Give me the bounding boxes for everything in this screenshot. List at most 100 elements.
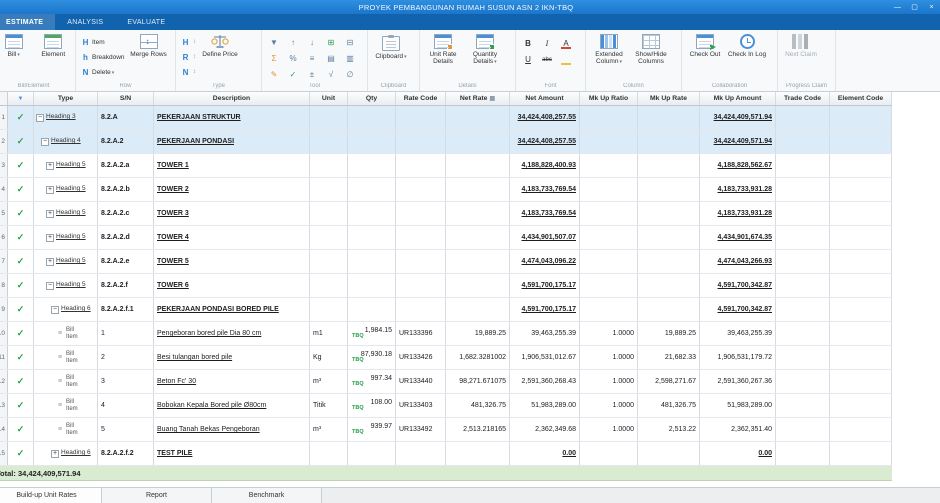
td-net-rate[interactable]: 2,513.218165 (446, 418, 510, 441)
expander-icon[interactable]: − (46, 282, 54, 290)
tab-build-up-unit-rates[interactable]: Build-up Unit Rates (0, 488, 102, 503)
td-net-amount[interactable]: 51,983,289.00 (510, 394, 580, 417)
td-net-rate[interactable] (446, 130, 510, 153)
td-num[interactable]: 1 (0, 106, 8, 129)
td-net-rate[interactable]: 1,682.3281002 (446, 346, 510, 369)
td-mkup-ratio[interactable] (580, 250, 638, 273)
td-net-rate[interactable] (446, 154, 510, 177)
td-num[interactable]: 12 (0, 370, 8, 393)
clear-icon[interactable]: ∅ (341, 67, 359, 82)
table-row[interactable]: 7 ✓ +Heading 5 8.2.A.2.e TOWER 5 4,474,0… (0, 250, 892, 274)
td-mkup-ratio[interactable] (580, 226, 638, 249)
td-element-code[interactable] (830, 370, 892, 393)
td-rate-code[interactable]: UR133396 (396, 322, 446, 345)
td-rate-code[interactable] (396, 226, 446, 249)
td-mkup-ratio[interactable] (580, 274, 638, 297)
td-type[interactable]: ≡Bill Item (34, 370, 98, 393)
td-num[interactable]: 8 (0, 274, 8, 297)
td-mkup-rate[interactable] (638, 130, 700, 153)
td-mkup-ratio[interactable] (580, 130, 638, 153)
td-mkup-rate[interactable] (638, 298, 700, 321)
td-element-code[interactable] (830, 322, 892, 345)
td-type[interactable]: ≡Bill Item (34, 418, 98, 441)
td-sn[interactable]: 8.2.A.2.e (98, 250, 154, 273)
td-sn[interactable]: 8.2.A.2.f (98, 274, 154, 297)
tab-analysis[interactable]: ANALYSIS (55, 14, 115, 30)
header-trade-code[interactable]: Trade Code (776, 92, 830, 105)
td-net-rate[interactable]: 19,889.25 (446, 322, 510, 345)
sum-icon[interactable]: Σ (265, 51, 283, 66)
td-unit[interactable] (310, 130, 348, 153)
expander-icon[interactable]: − (36, 114, 44, 122)
td-rate-code[interactable] (396, 130, 446, 153)
td-unit[interactable]: Kg (310, 346, 348, 369)
td-net-amount[interactable]: 1,906,531,012.67 (510, 346, 580, 369)
td-qty[interactable] (348, 154, 396, 177)
td-mkup-ratio[interactable] (580, 442, 638, 465)
td-mkup-amount[interactable]: 4,591,700,342.87 (700, 274, 776, 297)
td-trade-code[interactable] (776, 178, 830, 201)
bold-button[interactable]: B (519, 36, 537, 51)
td-type[interactable]: +Heading 5 (34, 202, 98, 225)
table-row[interactable]: 10 ✓ ≡Bill Item 1 Pengeboran bored pile … (0, 322, 892, 346)
td-sn[interactable]: 8.2.A (98, 106, 154, 129)
td-unit[interactable] (310, 250, 348, 273)
td-mkup-ratio[interactable] (580, 178, 638, 201)
td-num[interactable]: 10 (0, 322, 8, 345)
item-button[interactable]: H Item (79, 35, 127, 49)
table-row[interactable]: 8 ✓ −Heading 5 8.2.A.2.f TOWER 6 4,591,7… (0, 274, 892, 298)
tab-benchmark[interactable]: Benchmark (212, 488, 322, 503)
td-net-rate[interactable] (446, 298, 510, 321)
td-trade-code[interactable] (776, 346, 830, 369)
td-type[interactable]: ≡Bill Item (34, 322, 98, 345)
td-element-code[interactable] (830, 178, 892, 201)
td-desc[interactable]: TOWER 3 (154, 202, 310, 225)
expander-icon[interactable]: + (51, 450, 59, 458)
td-net-amount[interactable]: 2,591,360,268.43 (510, 370, 580, 393)
td-unit[interactable] (310, 106, 348, 129)
td-qty[interactable] (348, 250, 396, 273)
td-qty[interactable] (348, 442, 396, 465)
td-num[interactable]: 14 (0, 418, 8, 441)
td-sn[interactable]: 3 (98, 370, 154, 393)
td-rate-code[interactable]: UR133426 (396, 346, 446, 369)
td-net-amount[interactable]: 39,463,255.39 (510, 322, 580, 345)
td-mkup-amount[interactable]: 4,591,700,342.87 (700, 298, 776, 321)
td-desc[interactable]: TOWER 4 (154, 226, 310, 249)
td-net-amount[interactable]: 4,591,700,175.17 (510, 274, 580, 297)
td-type[interactable]: +Heading 5 (34, 178, 98, 201)
underline-button[interactable]: U (519, 52, 537, 67)
td-mkup-rate[interactable] (638, 106, 700, 129)
breakdown-button[interactable]: h Breakdown (79, 50, 127, 64)
td-trade-code[interactable] (776, 274, 830, 297)
td-mkup-ratio[interactable]: 1.0000 (580, 370, 638, 393)
table-row[interactable]: 11 ✓ ≡Bill Item 2 Besi tulangan bored pi… (0, 346, 892, 370)
next-claim-button[interactable]: Next Claim (781, 31, 821, 81)
td-net-rate[interactable] (446, 442, 510, 465)
td-net-rate[interactable]: 98,271.671075 (446, 370, 510, 393)
rows-icon[interactable]: ▤ (322, 51, 340, 66)
table-row[interactable]: 13 ✓ ≡Bill Item 4 Bobokan Kepala Bored p… (0, 394, 892, 418)
td-desc[interactable]: Bobokan Kepala Bored pile Ø80cm (154, 394, 310, 417)
td-element-code[interactable] (830, 346, 892, 369)
td-unit[interactable] (310, 202, 348, 225)
td-mkup-rate[interactable]: 2,513.22 (638, 418, 700, 441)
td-rate-code[interactable] (396, 178, 446, 201)
td-rate-code[interactable]: UR133440 (396, 370, 446, 393)
rate-type-button[interactable]: R (179, 50, 198, 64)
td-qty[interactable]: 1,984.15TBQ (348, 322, 396, 345)
td-net-amount[interactable]: 4,591,700,175.17 (510, 298, 580, 321)
td-mkup-ratio[interactable]: 1.0000 (580, 322, 638, 345)
merge-rows-button[interactable]: Merge Rows (129, 31, 169, 81)
td-qty[interactable]: 108.00TBQ (348, 394, 396, 417)
table-row[interactable]: 14 ✓ ≡Bill Item 5 Buang Tanah Bekas Peng… (0, 418, 892, 442)
td-trade-code[interactable] (776, 226, 830, 249)
td-desc[interactable]: Beton Fc' 30 (154, 370, 310, 393)
td-type[interactable]: +Heading 5 (34, 250, 98, 273)
td-mkup-rate[interactable] (638, 178, 700, 201)
td-mkup-amount[interactable]: 51,983,289.00 (700, 394, 776, 417)
td-type[interactable]: +Heading 5 (34, 226, 98, 249)
td-mkup-rate[interactable]: 2,598,271.67 (638, 370, 700, 393)
show-hide-columns-button[interactable]: Show/Hide Columns (631, 31, 671, 81)
td-num[interactable]: 6 (0, 226, 8, 249)
